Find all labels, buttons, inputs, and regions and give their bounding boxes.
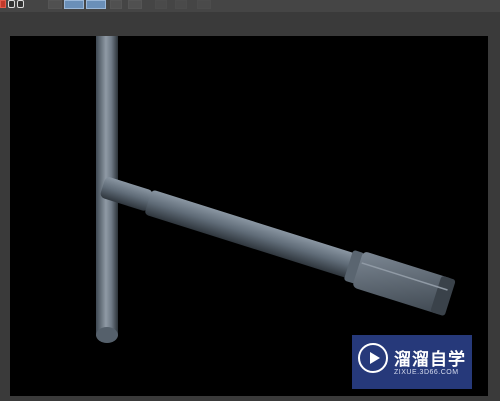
watermark-subtitle: ZIXUE.3D66.COM	[394, 369, 459, 376]
view-icon[interactable]	[17, 0, 24, 8]
rod-main-shaft	[145, 190, 357, 278]
viewport-top-border	[10, 12, 488, 36]
watermark-badge: 溜溜自学 ZIXUE.3D66.COM	[352, 335, 472, 389]
toolbar-button-1[interactable]	[48, 0, 62, 9]
toolbar-button-3[interactable]	[128, 0, 142, 9]
watermark-title: 溜溜自学	[394, 350, 466, 370]
vertical-rod-end	[96, 327, 118, 343]
close-icon[interactable]	[0, 0, 6, 8]
viewport-bottom-border	[10, 396, 488, 401]
toolbar-button-dim-1[interactable]	[155, 0, 167, 9]
toolbar-button-dim-3[interactable]	[197, 0, 211, 9]
play-logo-icon	[358, 343, 388, 373]
toolbar-button-active-2[interactable]	[86, 0, 106, 9]
toolbar-button-dim-2[interactable]	[175, 0, 187, 9]
left-panel	[0, 12, 10, 401]
toolbar-button-2[interactable]	[110, 0, 122, 9]
right-panel	[488, 12, 500, 401]
settings-icon[interactable]	[8, 0, 15, 8]
toolbar-button-active-1[interactable]	[64, 0, 84, 9]
